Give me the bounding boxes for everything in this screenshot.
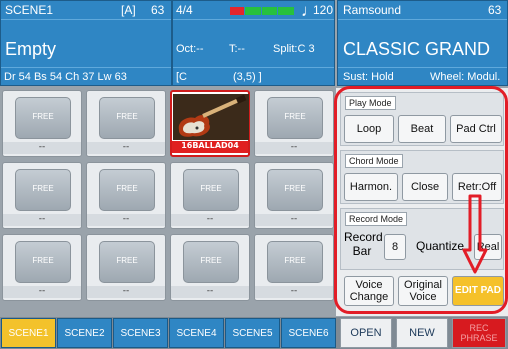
- pad-ctrl-button[interactable]: Pad Ctrl: [450, 115, 502, 143]
- record-bar-label: Record Bar: [344, 230, 383, 258]
- beat-button[interactable]: Beat: [398, 115, 446, 143]
- pad-5[interactable]: FREE --: [2, 162, 82, 229]
- sound-number: 63: [488, 3, 502, 17]
- scene-bank: [A]: [121, 3, 136, 17]
- pad-name: --: [3, 214, 81, 226]
- edit-pad-button[interactable]: EDIT PAD: [452, 276, 504, 306]
- transpose: T:--: [229, 43, 245, 55]
- pad-label: FREE: [284, 256, 306, 265]
- original-voice-line2: Voice: [409, 291, 437, 303]
- quantize-label: Quantize: [416, 239, 465, 253]
- pad-1[interactable]: FREE --: [2, 90, 82, 157]
- sound-info-panel[interactable]: Ramsound 63 CLASSIC GRAND Sust: Hold Whe…: [337, 0, 508, 86]
- chord-mode-label: Chord Mode: [345, 154, 403, 168]
- pad-label: FREE: [200, 256, 222, 265]
- scene-tab-2[interactable]: SCENE2: [57, 318, 112, 348]
- pad-label: FREE: [32, 256, 54, 265]
- sustain-mode: Sust: Hold: [343, 71, 394, 83]
- scene-number: 63: [151, 3, 165, 17]
- mix-levels: Dr 54 Bs 54 Ch 37 Lw 63: [4, 71, 127, 83]
- pad-name: 16BALLAD04: [172, 141, 248, 153]
- pad-9[interactable]: FREE --: [2, 234, 82, 301]
- scene-tab-1[interactable]: SCENE1: [1, 318, 56, 348]
- pad-name: --: [87, 214, 165, 226]
- pad-10[interactable]: FREE --: [86, 234, 166, 301]
- pad-name: --: [255, 214, 333, 226]
- new-button[interactable]: NEW: [396, 318, 448, 348]
- play-mode-label: Play Mode: [345, 96, 396, 110]
- pad-label: FREE: [116, 184, 138, 193]
- pad-12[interactable]: FREE --: [254, 234, 334, 301]
- tempo-panel[interactable]: 4/4 ♩ 120 Oct:-- T:-- Split:C 3 [C (3,5)…: [172, 0, 335, 86]
- scene-tab-5[interactable]: SCENE5: [225, 318, 280, 348]
- chord-position: (3,5) ]: [233, 71, 262, 83]
- harmon-button[interactable]: Harmon.: [344, 173, 398, 201]
- pad-label: FREE: [284, 184, 306, 193]
- rec-phrase-button[interactable]: REC PHRASE: [452, 318, 506, 348]
- record-bar-label-line2: Bar: [352, 244, 372, 258]
- pad-11[interactable]: FREE --: [170, 234, 250, 301]
- loop-button[interactable]: Loop: [344, 115, 394, 143]
- pad-7[interactable]: FREE --: [170, 162, 250, 229]
- record-bar-label-line1: Record: [344, 230, 383, 244]
- original-voice-line1: Original: [404, 279, 442, 291]
- scene-tab-3[interactable]: SCENE3: [113, 318, 168, 348]
- pad-name: --: [171, 286, 249, 298]
- down-arrow-icon: [462, 194, 488, 274]
- pad-name: --: [87, 286, 165, 298]
- pad-label: FREE: [200, 184, 222, 193]
- pad-6[interactable]: FREE --: [86, 162, 166, 229]
- scene-tab-6[interactable]: SCENE6: [281, 318, 336, 348]
- pad-name: --: [3, 286, 81, 298]
- record-bar-value[interactable]: 8: [384, 234, 406, 260]
- chord-bracket: [C: [176, 71, 187, 83]
- pad-name: --: [255, 286, 333, 298]
- pad-label: FREE: [116, 112, 138, 121]
- pad-3[interactable]: 16BALLAD04: [170, 90, 250, 157]
- bottom-bar: SCENE1 SCENE2 SCENE3 SCENE4 SCENE5 SCENE…: [0, 317, 508, 349]
- pad-4[interactable]: FREE --: [254, 90, 334, 157]
- pad-name: --: [255, 142, 333, 154]
- pad-label: FREE: [284, 112, 306, 121]
- rec-phrase-line1: REC: [469, 323, 489, 333]
- close-button[interactable]: Close: [402, 173, 448, 201]
- sound-bank: Ramsound: [343, 3, 402, 17]
- wheel-mode: Wheel: Modul.: [430, 71, 501, 83]
- scene-tab-4[interactable]: SCENE4: [169, 318, 224, 348]
- split-point: Split:C 3: [273, 43, 315, 55]
- pad-label: FREE: [32, 184, 54, 193]
- electric-guitar-icon: [173, 94, 249, 140]
- pad-2[interactable]: FREE --: [86, 90, 166, 157]
- voice-change-line1: Voice: [355, 279, 383, 291]
- pad-name: --: [3, 142, 81, 154]
- level-meter: [230, 7, 295, 15]
- scene-title: Empty: [5, 39, 57, 59]
- open-button[interactable]: OPEN: [340, 318, 392, 348]
- pad-name: --: [171, 214, 249, 226]
- scene-info-panel[interactable]: SCENE1 [A] 63 Empty Dr 54 Bs 54 Ch 37 Lw…: [0, 0, 172, 86]
- pad-grid: FREE -- FREE -- 16BALLAD04 FREE -- FREE …: [2, 90, 334, 301]
- pad-name: --: [87, 142, 165, 154]
- voice-change-line2: Change: [349, 291, 389, 303]
- play-mode-section: Play Mode Loop Beat Pad Ctrl: [340, 92, 504, 146]
- voice-change-button[interactable]: Voice Change: [344, 276, 394, 306]
- pad-8[interactable]: FREE --: [254, 162, 334, 229]
- scene-name: SCENE1: [5, 3, 54, 17]
- octave: Oct:--: [176, 43, 204, 55]
- pad-label: FREE: [32, 112, 54, 121]
- original-voice-button[interactable]: Original Voice: [398, 276, 448, 306]
- tempo-value: 120: [313, 3, 334, 17]
- time-signature: 4/4: [176, 3, 193, 17]
- sound-name: CLASSIC GRAND: [343, 39, 491, 59]
- record-mode-label: Record Mode: [345, 212, 408, 226]
- rec-phrase-line2: PHRASE: [460, 333, 498, 343]
- pad-label: FREE: [116, 256, 138, 265]
- pad-settings-panel: Play Mode Loop Beat Pad Ctrl Chord Mode …: [336, 88, 508, 316]
